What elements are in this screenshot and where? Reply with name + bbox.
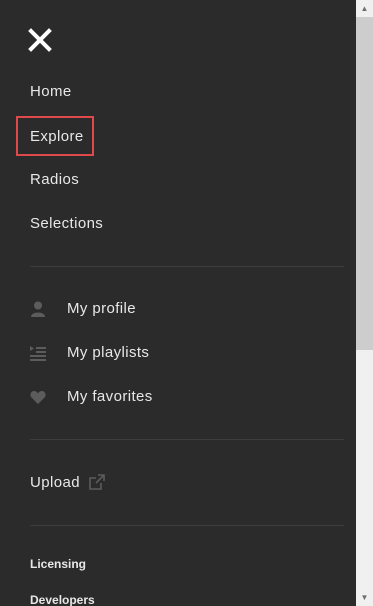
- scroll-down-arrow-icon[interactable]: ▼: [356, 589, 373, 606]
- nav-my-favorites-label: My favorites: [67, 388, 153, 405]
- scrollbar-thumb[interactable]: [356, 17, 373, 350]
- heart-icon: [30, 389, 46, 405]
- nav-home[interactable]: Home: [30, 83, 72, 100]
- close-button[interactable]: [28, 28, 52, 52]
- side-menu: Home Explore Radios Selections My profil…: [0, 0, 356, 606]
- footer-link-licensing[interactable]: Licensing: [30, 557, 86, 571]
- external-link-icon: [89, 474, 105, 490]
- nav-upload[interactable]: Upload: [30, 474, 150, 494]
- nav-selections[interactable]: Selections: [30, 215, 103, 232]
- footer-link-developers[interactable]: Developers: [30, 593, 95, 606]
- nav-radios[interactable]: Radios: [30, 171, 79, 188]
- close-icon: [28, 28, 52, 52]
- nav-upload-label: Upload: [30, 474, 80, 491]
- playlist-icon: [30, 345, 46, 361]
- nav-explore[interactable]: Explore: [16, 116, 94, 156]
- scroll-up-arrow-icon[interactable]: ▲: [356, 0, 373, 17]
- nav-my-favorites[interactable]: My favorites: [30, 388, 250, 408]
- user-icon: [30, 301, 46, 317]
- divider: [30, 439, 344, 440]
- vertical-scrollbar[interactable]: ▲ ▼: [356, 0, 373, 606]
- divider: [30, 525, 344, 526]
- nav-my-profile[interactable]: My profile: [30, 300, 250, 320]
- nav-my-profile-label: My profile: [67, 300, 137, 317]
- nav-my-playlists[interactable]: My playlists: [30, 344, 250, 364]
- nav-my-playlists-label: My playlists: [67, 344, 150, 361]
- divider: [30, 266, 344, 267]
- nav-explore-label: Explore: [30, 128, 84, 145]
